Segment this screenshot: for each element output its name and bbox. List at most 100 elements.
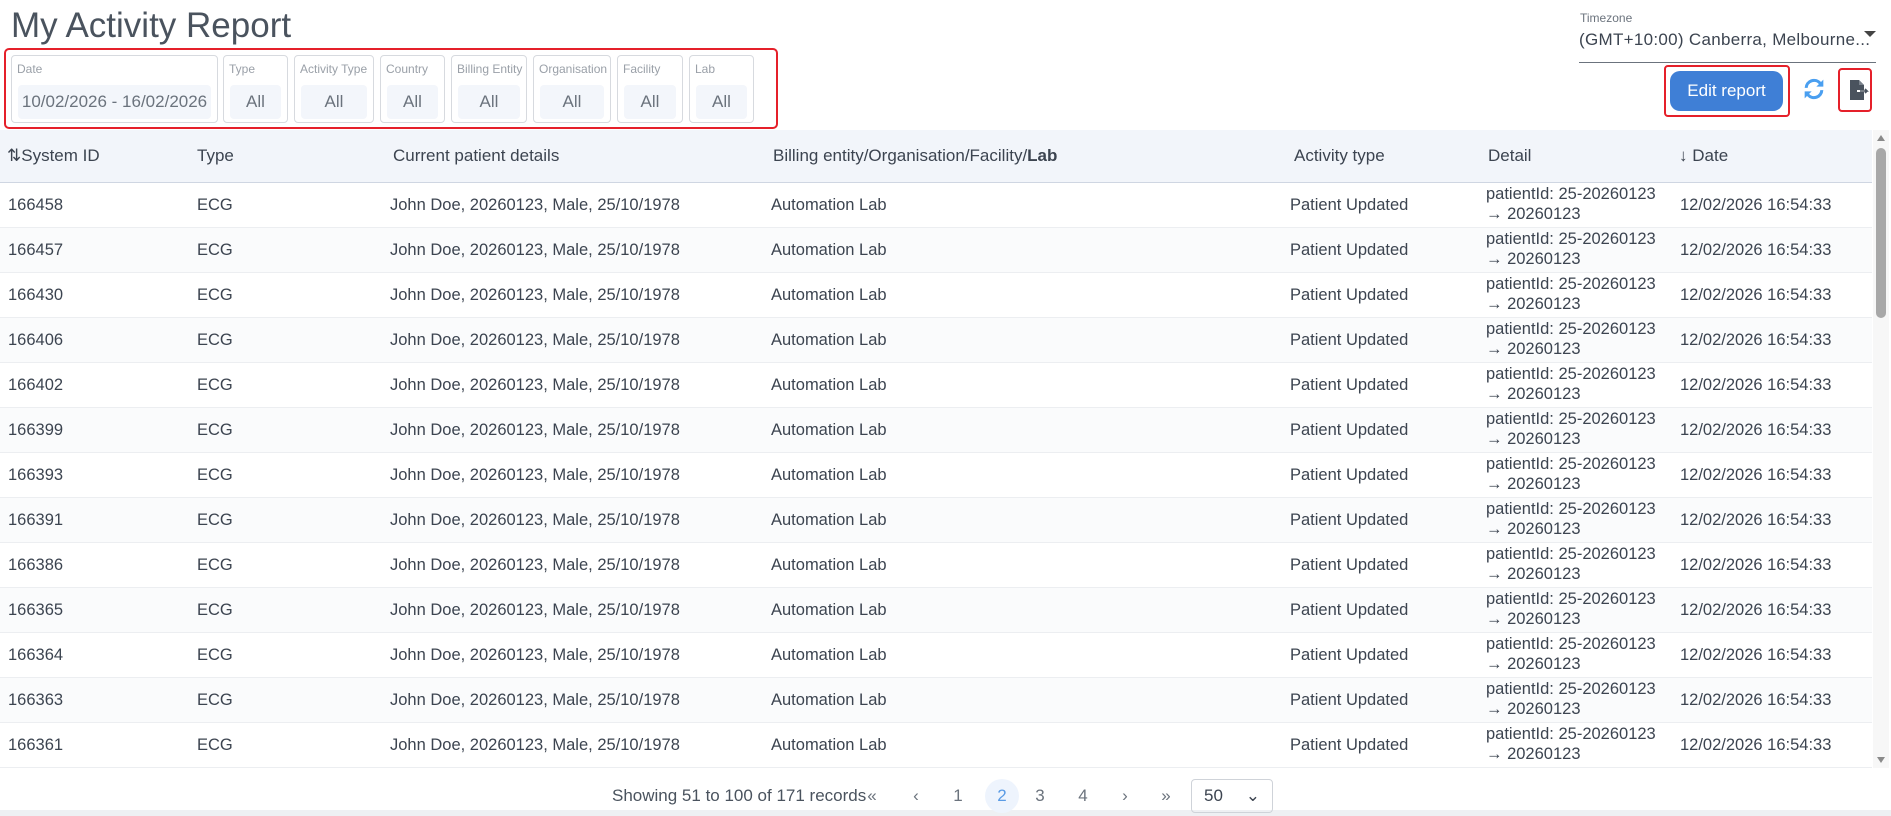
- country-select[interactable]: All: [387, 85, 438, 119]
- column-header-patient[interactable]: Current patient details: [393, 146, 559, 166]
- country-filter[interactable]: Country All: [380, 55, 445, 123]
- billing-cell: Automation Lab: [771, 556, 887, 574]
- detail-cell: patientId: 25-20260123 → 20260123: [1486, 319, 1656, 359]
- page-1-button[interactable]: 1: [948, 779, 968, 813]
- column-header-system-id[interactable]: ⇅System ID: [7, 146, 100, 166]
- activity-cell: Patient Updated: [1290, 286, 1409, 304]
- date-cell: 12/02/2026 16:54:33: [1680, 196, 1832, 214]
- type-filter[interactable]: Type All: [223, 55, 288, 123]
- page-4-button[interactable]: 4: [1073, 779, 1093, 813]
- activity-cell: Patient Updated: [1290, 421, 1409, 439]
- table-row[interactable]: 166406 ECG John Doe, 20260123, Male, 25/10…: [0, 318, 1872, 363]
- first-page-button[interactable]: «: [862, 779, 882, 813]
- column-header-activity[interactable]: Activity type: [1294, 146, 1385, 166]
- detail-line: → 20260123: [1486, 250, 1581, 268]
- patient-cell: John Doe, 20260123, Male, 25/10/1978: [390, 241, 680, 259]
- header-label: Date: [1692, 146, 1729, 165]
- type-cell: ECG: [197, 601, 233, 619]
- detail-line: → 20260123: [1486, 295, 1581, 313]
- detail-line: → 20260123: [1486, 385, 1581, 403]
- facility-select[interactable]: All: [624, 85, 676, 119]
- edit-report-button[interactable]: Edit report: [1670, 71, 1783, 111]
- activity-cell: Patient Updated: [1290, 646, 1409, 664]
- file-export-icon[interactable]: [1848, 78, 1870, 102]
- page-3-button[interactable]: 3: [1030, 779, 1050, 813]
- organisation-select[interactable]: All: [540, 85, 604, 119]
- type-select[interactable]: All: [230, 85, 281, 119]
- facility-filter[interactable]: Facility All: [617, 55, 683, 123]
- timezone-select[interactable]: (GMT+10:00) Canberra, Melbourne...: [1579, 27, 1876, 63]
- filter-label: Activity Type: [300, 62, 368, 76]
- activity-type-select[interactable]: All: [301, 85, 367, 119]
- page-2-button[interactable]: 2: [985, 779, 1019, 813]
- detail-line: patientId: 25-20260123: [1486, 680, 1656, 698]
- filter-label: Type: [229, 62, 256, 76]
- billing-cell: Automation Lab: [771, 331, 887, 349]
- type-cell: ECG: [197, 511, 233, 529]
- table-row[interactable]: 166361 ECG John Doe, 20260123, Male, 25/10…: [0, 723, 1872, 768]
- lab-filter[interactable]: Lab All: [689, 55, 754, 123]
- system-id-cell: 166393: [8, 466, 64, 484]
- column-header-date[interactable]: ↓ Date: [1679, 146, 1728, 166]
- billing-entity-select[interactable]: All: [458, 85, 520, 119]
- table-row[interactable]: 166363 ECG John Doe, 20260123, Male, 25/10…: [0, 678, 1872, 723]
- table-row[interactable]: 166393 ECG John Doe, 20260123, Male, 25/10…: [0, 453, 1872, 498]
- scrollbar[interactable]: [1873, 130, 1889, 768]
- detail-line: patientId: 25-20260123: [1486, 410, 1656, 428]
- detail-line: patientId: 25-20260123: [1486, 320, 1656, 338]
- last-page-button[interactable]: »: [1156, 779, 1176, 813]
- table-row[interactable]: 166386 ECG John Doe, 20260123, Male, 25/10…: [0, 543, 1872, 588]
- refresh-icon[interactable]: [1800, 74, 1828, 104]
- column-header-type[interactable]: Type: [197, 146, 234, 166]
- billing-cell: Automation Lab: [771, 466, 887, 484]
- filter-label: Billing Entity: [457, 62, 523, 76]
- detail-cell: patientId: 25-20260123 → 20260123: [1486, 544, 1656, 584]
- date-range-input[interactable]: 10/02/2026 - 16/02/2026: [18, 85, 211, 119]
- scroll-down-icon[interactable]: [1877, 757, 1885, 763]
- activity-cell: Patient Updated: [1290, 196, 1409, 214]
- table-row[interactable]: 166365 ECG John Doe, 20260123, Male, 25/10…: [0, 588, 1872, 633]
- activity-type-filter[interactable]: Activity Type All: [294, 55, 374, 123]
- patient-cell: John Doe, 20260123, Male, 25/10/1978: [390, 511, 680, 529]
- pagination: [0, 768, 1891, 816]
- table-row[interactable]: 166364 ECG John Doe, 20260123, Male, 25/10…: [0, 633, 1872, 678]
- type-cell: ECG: [197, 241, 233, 259]
- scroll-up-icon[interactable]: [1877, 135, 1885, 141]
- table-row[interactable]: 166430 ECG John Doe, 20260123, Male, 25/10…: [0, 273, 1872, 318]
- timezone-value: (GMT+10:00) Canberra, Melbourne...: [1579, 30, 1871, 49]
- table-row[interactable]: 166391 ECG John Doe, 20260123, Male, 25/10…: [0, 498, 1872, 543]
- filter-label: Organisation: [539, 62, 608, 76]
- billing-cell: Automation Lab: [771, 736, 887, 754]
- header-label: System ID: [21, 146, 100, 165]
- detail-line: patientId: 25-20260123: [1486, 365, 1656, 383]
- scrollbar-thumb[interactable]: [1876, 148, 1886, 318]
- table-row[interactable]: 166399 ECG John Doe, 20260123, Male, 25/10…: [0, 408, 1872, 453]
- prev-page-button[interactable]: ‹: [906, 779, 926, 813]
- detail-cell: patientId: 25-20260123 → 20260123: [1486, 409, 1656, 449]
- header-label-bold: Lab: [1027, 146, 1058, 165]
- sort-descending-icon[interactable]: ↓: [1679, 146, 1688, 165]
- column-header-detail[interactable]: Detail: [1488, 146, 1531, 166]
- page-size-select[interactable]: 50 ⌄: [1191, 779, 1273, 813]
- activity-cell: Patient Updated: [1290, 556, 1409, 574]
- system-id-cell: 166458: [8, 196, 64, 214]
- patient-cell: John Doe, 20260123, Male, 25/10/1978: [390, 601, 680, 619]
- detail-line: patientId: 25-20260123: [1486, 230, 1656, 248]
- sort-icon[interactable]: ⇅: [7, 146, 21, 165]
- detail-line: patientId: 25-20260123: [1486, 725, 1656, 743]
- detail-line: patientId: 25-20260123: [1486, 590, 1656, 608]
- next-page-button[interactable]: ›: [1115, 779, 1135, 813]
- detail-cell: patientId: 25-20260123 → 20260123: [1486, 589, 1656, 629]
- table-row[interactable]: 166402 ECG John Doe, 20260123, Male, 25/10…: [0, 363, 1872, 408]
- organisation-filter[interactable]: Organisation All: [533, 55, 611, 123]
- billing-entity-filter[interactable]: Billing Entity All: [451, 55, 527, 123]
- column-header-billing[interactable]: Billing entity/Organisation/Facility/Lab: [773, 146, 1057, 166]
- table-row[interactable]: 166458 ECG John Doe, 20260123, Male, 25/10…: [0, 183, 1872, 228]
- detail-line: → 20260123: [1486, 745, 1581, 763]
- detail-line: patientId: 25-20260123: [1486, 635, 1656, 653]
- filter-label: Facility: [623, 62, 661, 76]
- date-filter[interactable]: Date 10/02/2026 - 16/02/2026: [11, 55, 218, 123]
- table-row[interactable]: 166457 ECG John Doe, 20260123, Male, 25/10…: [0, 228, 1872, 273]
- lab-select[interactable]: All: [696, 85, 747, 119]
- patient-cell: John Doe, 20260123, Male, 25/10/1978: [390, 421, 680, 439]
